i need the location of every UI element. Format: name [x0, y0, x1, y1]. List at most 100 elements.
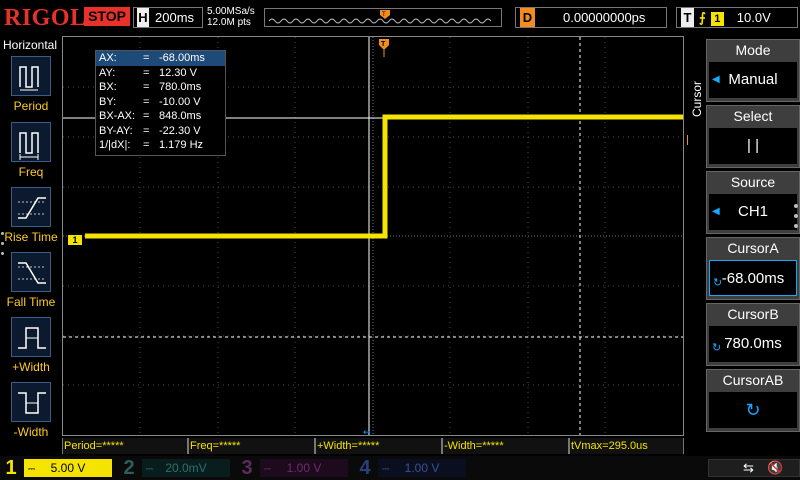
- memory-depth: 12.0M pts: [207, 17, 251, 28]
- measure-fall-time-button[interactable]: Fall Time: [0, 252, 62, 316]
- dc-coupling-icon: ⎓: [264, 464, 272, 474]
- trigger-source: 1: [710, 12, 724, 26]
- channel-3-scale: ⎓ 1.00 V: [260, 459, 348, 477]
- measurement-period[interactable]: Period=*****: [62, 438, 188, 454]
- cursor-readout-panel: AX: = -68.00ms AY: = 12.30 V BX: = 780.0ms BY: = -1…: [95, 50, 226, 156]
- channel-4-status[interactable]: 4 ⎓ 1.00 V: [354, 456, 472, 480]
- fall-time-label: Fall Time: [6, 295, 56, 309]
- channel-2-status[interactable]: 2 ⎓ 20.0mV: [118, 456, 236, 480]
- cursor-a-button[interactable]: CursorA ↻ -68.00ms: [706, 237, 800, 300]
- knob-rotate-icon: ↻: [745, 400, 761, 420]
- measurement-pos-width[interactable]: +Width=*****: [315, 438, 442, 454]
- waveform-display[interactable]: T ↔ 1 T AX:=-68.00msAY:=12.30 VBX:=780.0…: [62, 36, 699, 436]
- cursor-readout-value: 780.0ms: [159, 81, 202, 93]
- trigger-label: T: [681, 8, 694, 27]
- mode-arrow-icon: ◀: [712, 74, 720, 85]
- measure-neg-width-button[interactable]: -Width: [0, 382, 62, 446]
- timebase-value: 200ms: [155, 10, 195, 25]
- mode-value: ◀ Manual: [709, 62, 797, 98]
- measure-rise-time-button[interactable]: Rise Time: [0, 187, 62, 251]
- sample-rate: 5.00MSa/s: [207, 6, 255, 17]
- dc-coupling-icon: ⎓: [382, 464, 390, 474]
- channel-3-number: 3: [241, 457, 253, 479]
- cursor-readout-row: AX: = -68.00ms: [96, 51, 225, 66]
- measurement-neg-width[interactable]: -Width=*****: [442, 438, 569, 454]
- source-title: Source: [730, 174, 776, 190]
- speaker-mute-icon[interactable]: 🔇: [767, 460, 783, 476]
- channel-1-status[interactable]: 1 ⎓ 5.00 V: [0, 456, 118, 480]
- horizontal-measure-panel: Horizontal Period Freq Rise Time Fall Ti…: [0, 36, 62, 454]
- cursor-source-button[interactable]: Source ◀ CH1: [706, 171, 800, 234]
- cursor-mode-button[interactable]: Mode ◀ Manual: [706, 39, 800, 102]
- cursor-readout-row: BX-AX: = 848.0ms: [96, 109, 225, 124]
- cursor-a-value: ↻ -68.00ms: [709, 260, 797, 296]
- channel-2-number: 2: [123, 457, 135, 479]
- measurement-freq[interactable]: Freq=*****: [188, 438, 315, 454]
- source-value: ◀ CH1: [709, 194, 797, 230]
- cursor-ab-value: ↻: [709, 392, 797, 428]
- page-indicator: [1, 232, 5, 262]
- cursor-readout-eq: =: [143, 110, 150, 122]
- cursor-readout-name: 1/|dX|:: [99, 139, 131, 151]
- freq-label: Freq: [18, 165, 44, 179]
- measurement-tvmax[interactable]: tVmax=295.0us: [569, 438, 684, 454]
- cursor-b-button[interactable]: CursorB ↻ 780.0ms: [706, 303, 800, 366]
- rise-time-icon: [11, 187, 51, 227]
- panel-title: Horizontal: [2, 38, 58, 52]
- select-title: Select: [733, 108, 773, 124]
- channel-status-bar: 1 ⎓ 5.00 V 2 ⎓ 20.0mV 3 ⎓ 1.00 V 4 ⎓ 1.00 V …: [0, 456, 800, 480]
- channel-3-status[interactable]: 3 ⎓ 1.00 V: [236, 456, 354, 480]
- channel-1-number: 1: [5, 457, 17, 479]
- period-icon: [11, 56, 51, 96]
- system-status-area: ⇆ 🔇: [708, 459, 800, 477]
- cursor-readout-value: 1.179 Hz: [159, 139, 204, 151]
- cursor-readout-name: AY:: [99, 66, 116, 79]
- cursor-readout-value: 12.30 V: [159, 66, 197, 79]
- cursor-readout-row: 1/|dX|: = 1.179 Hz: [96, 138, 225, 153]
- measurement-bar: Period=***** Freq=***** +Width=***** -Wi…: [62, 438, 684, 454]
- ch1-marker-label: 1: [72, 235, 78, 245]
- usb-icon: ⇆: [743, 460, 754, 475]
- knob-rotate-icon: ↻: [713, 277, 723, 289]
- cursor-readout-table: AX: = -68.00ms AY: = 12.30 V BX: = 780.0ms BY: = -1…: [96, 51, 225, 153]
- rising-edge-icon: ⨍: [699, 10, 706, 25]
- cursor-ab-button[interactable]: CursorAB ↻: [706, 369, 800, 432]
- cursor-b-title: CursorB: [727, 306, 779, 322]
- trigger-display[interactable]: T ⨍ 1 10.0V: [676, 7, 798, 28]
- channel-4-scale: ⎓ 1.00 V: [378, 459, 466, 477]
- cursor-readout-row: BX: = 780.0ms: [96, 80, 225, 95]
- cursor-a-title: CursorA: [727, 240, 779, 256]
- trigger-position-marker-icon: T: [379, 39, 389, 57]
- memory-position-bar[interactable]: T: [264, 8, 502, 27]
- ch1-offset-marker[interactable]: 1: [68, 235, 82, 245]
- measure-freq-button[interactable]: Freq: [0, 122, 62, 186]
- cursor-readout-eq: =: [143, 52, 150, 64]
- cursor-readout-row: BY-AY: = -22.30 V: [96, 124, 225, 139]
- neg-width-icon: [11, 382, 51, 422]
- freq-icon: [11, 122, 51, 162]
- cursor-readout-value: -10.00 V: [159, 95, 201, 108]
- cursor-readout-eq: =: [143, 81, 150, 93]
- measure-pos-width-button[interactable]: +Width: [0, 317, 62, 381]
- sample-info: 5.00MSa/s 12.0M pts: [207, 6, 255, 28]
- cursor-readout-name: AX:: [99, 52, 117, 64]
- timebase-label: H: [137, 8, 149, 27]
- cursor-readout-value: -22.30 V: [159, 124, 201, 137]
- page-indicator-right: [794, 204, 800, 234]
- cursor-readout-row: BY: = -10.00 V: [96, 95, 225, 110]
- delay-display[interactable]: D 0.00000000ps: [515, 7, 667, 28]
- pos-width-label: +Width: [12, 360, 50, 374]
- cursor-b-value: ↻ 780.0ms: [709, 326, 797, 362]
- cursor-readout-row: AY: = 12.30 V: [96, 66, 225, 81]
- neg-width-label: -Width: [13, 425, 49, 439]
- channel-4-number: 4: [359, 457, 371, 479]
- brand-logo: RIGOL: [4, 5, 87, 31]
- delay-label: D: [520, 8, 535, 27]
- source-arrow-icon: ◀: [712, 206, 720, 217]
- cursor-readout-eq: =: [143, 124, 150, 137]
- cursor-select-button[interactable]: Select | |: [706, 105, 800, 168]
- channel-1-scale: ⎓ 5.00 V: [24, 459, 112, 477]
- measure-period-button[interactable]: Period: [0, 56, 62, 120]
- run-stop-status[interactable]: STOP: [84, 7, 130, 26]
- timebase-display[interactable]: H 200ms: [133, 7, 203, 28]
